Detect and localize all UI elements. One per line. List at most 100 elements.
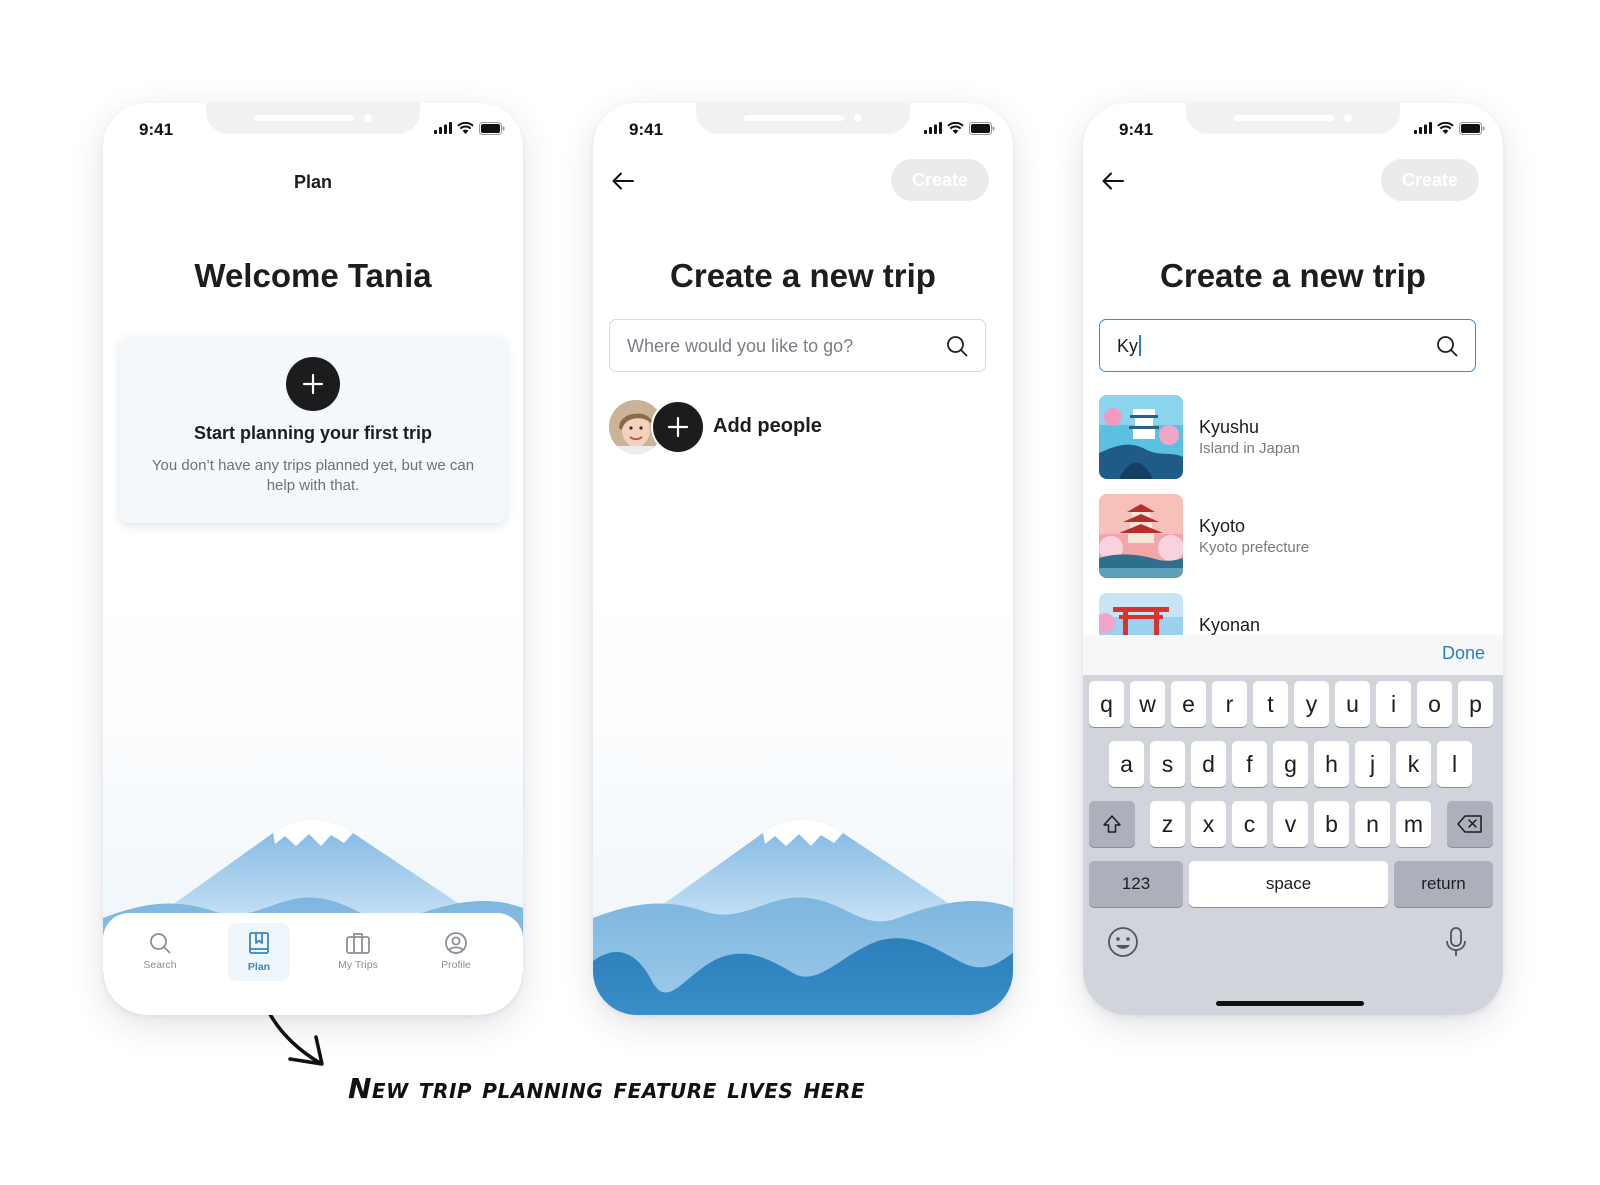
profile-icon xyxy=(445,932,467,954)
battery-icon xyxy=(1459,121,1485,135)
tab-label: My Trips xyxy=(338,959,378,971)
key-v[interactable]: v xyxy=(1273,801,1308,847)
shift-icon xyxy=(1103,815,1121,833)
key-k[interactable]: k xyxy=(1396,741,1431,787)
battery-icon xyxy=(479,121,505,135)
space-key[interactable]: space xyxy=(1189,861,1388,907)
signal-icon xyxy=(924,122,942,134)
kyonan-thumbnail xyxy=(1099,593,1183,635)
arrow-left-icon xyxy=(612,172,634,190)
status-icons xyxy=(924,121,995,135)
plus-icon xyxy=(667,416,689,438)
home-indicator xyxy=(1216,1001,1364,1006)
result-subtitle: Kyoto prefecture xyxy=(1199,539,1310,556)
emoji-icon[interactable] xyxy=(1107,926,1139,958)
signal-icon xyxy=(1414,122,1432,134)
back-button[interactable] xyxy=(611,169,639,193)
key-i[interactable]: i xyxy=(1376,681,1411,727)
key-f[interactable]: f xyxy=(1232,741,1267,787)
signal-icon xyxy=(434,122,452,134)
key-u[interactable]: u xyxy=(1335,681,1370,727)
keyboard: q w e r t y u i o p a s d f g h j k l z … xyxy=(1083,675,1503,1015)
key-n[interactable]: n xyxy=(1355,801,1390,847)
destination-search-input[interactable]: Ky xyxy=(1099,319,1476,372)
text-caret xyxy=(1139,335,1142,356)
page-title: Create a new trip xyxy=(670,257,936,294)
kyoto-thumbnail xyxy=(1099,494,1183,578)
key-h[interactable]: h xyxy=(1314,741,1349,787)
return-key[interactable]: return xyxy=(1394,861,1493,907)
create-button[interactable]: Create xyxy=(1381,159,1479,201)
search-results: Kyushu Island in Japan Kyoto Kyoto prefe… xyxy=(1083,395,1503,635)
key-z[interactable]: z xyxy=(1150,801,1185,847)
back-button[interactable] xyxy=(1101,169,1129,193)
tab-my-trips[interactable]: My Trips xyxy=(327,923,389,981)
search-value: Ky xyxy=(1117,335,1142,357)
key-l[interactable]: l xyxy=(1437,741,1472,787)
status-bar: 9:41 xyxy=(1083,103,1503,153)
key-x[interactable]: x xyxy=(1191,801,1226,847)
key-e[interactable]: e xyxy=(1171,681,1206,727)
arrow-left-icon xyxy=(1102,172,1124,190)
microphone-icon[interactable] xyxy=(1445,926,1467,958)
notch xyxy=(696,103,910,134)
key-d[interactable]: d xyxy=(1191,741,1226,787)
numbers-key[interactable]: 123 xyxy=(1089,861,1183,907)
search-icon xyxy=(1435,334,1459,363)
add-people-row[interactable]: Add people xyxy=(609,400,909,454)
key-b[interactable]: b xyxy=(1314,801,1349,847)
add-people-button[interactable] xyxy=(651,400,705,454)
battery-icon xyxy=(969,121,995,135)
annotation-caption: New trip planning feature lives here xyxy=(348,1072,866,1105)
backspace-key[interactable] xyxy=(1447,801,1493,847)
page-title: Create a new trip xyxy=(1160,257,1426,294)
result-name: Kyushu xyxy=(1199,417,1260,437)
result-item-kyoto[interactable]: Kyoto Kyoto prefecture xyxy=(1099,494,1479,578)
notch xyxy=(1186,103,1400,134)
kyushu-thumbnail xyxy=(1099,395,1183,479)
suitcase-icon xyxy=(346,933,370,954)
key-w[interactable]: w xyxy=(1130,681,1165,727)
result-item-kyushu[interactable]: Kyushu Island in Japan xyxy=(1099,395,1479,479)
search-destination-screen: 9:41 Create Create a new trip Ky Kyushu … xyxy=(1083,103,1503,1015)
tab-profile[interactable]: Profile xyxy=(425,923,487,981)
wifi-icon xyxy=(1437,122,1454,134)
search-icon xyxy=(945,334,969,363)
tab-search[interactable]: Search xyxy=(129,923,191,981)
key-q[interactable]: q xyxy=(1089,681,1124,727)
add-people-label: Add people xyxy=(713,415,822,437)
key-c[interactable]: c xyxy=(1232,801,1267,847)
key-m[interactable]: m xyxy=(1396,801,1431,847)
status-bar: 9:41 xyxy=(593,103,1013,153)
book-icon xyxy=(249,932,269,954)
key-g[interactable]: g xyxy=(1273,741,1308,787)
key-t[interactable]: t xyxy=(1253,681,1288,727)
key-j[interactable]: j xyxy=(1355,741,1390,787)
wifi-icon xyxy=(947,122,964,134)
tab-bar: Search Plan My Trips Profile xyxy=(103,913,523,1015)
result-item-kyonan[interactable]: Kyonan xyxy=(1099,593,1479,635)
key-r[interactable]: r xyxy=(1212,681,1247,727)
tab-label: Profile xyxy=(441,959,471,971)
key-a[interactable]: a xyxy=(1109,741,1144,787)
shift-key[interactable] xyxy=(1089,801,1135,847)
card-title: Start planning your first trip xyxy=(193,423,432,443)
tab-label: Search xyxy=(143,959,177,971)
status-bar: 9:41 xyxy=(103,103,523,153)
add-trip-button[interactable] xyxy=(286,357,340,411)
search-placeholder: Where would you like to go? xyxy=(627,336,854,356)
tab-plan[interactable]: Plan xyxy=(228,923,290,981)
done-button[interactable]: Done xyxy=(1442,643,1485,664)
key-o[interactable]: o xyxy=(1417,681,1452,727)
create-button[interactable]: Create xyxy=(891,159,989,201)
nav-title: Plan xyxy=(293,172,332,192)
destination-search-input[interactable]: Where would you like to go? xyxy=(609,319,986,372)
key-p[interactable]: p xyxy=(1458,681,1493,727)
start-planning-card[interactable]: Start planning your first trip You don’t… xyxy=(120,337,506,523)
keyboard-accessory-bar: Done xyxy=(1083,635,1503,675)
key-s[interactable]: s xyxy=(1150,741,1185,787)
plan-screen: 9:41 Plan Welcome Tania Start planning y… xyxy=(103,103,523,1015)
key-y[interactable]: y xyxy=(1294,681,1329,727)
status-time: 9:41 xyxy=(629,120,664,139)
result-name: Kyonan xyxy=(1199,615,1261,635)
